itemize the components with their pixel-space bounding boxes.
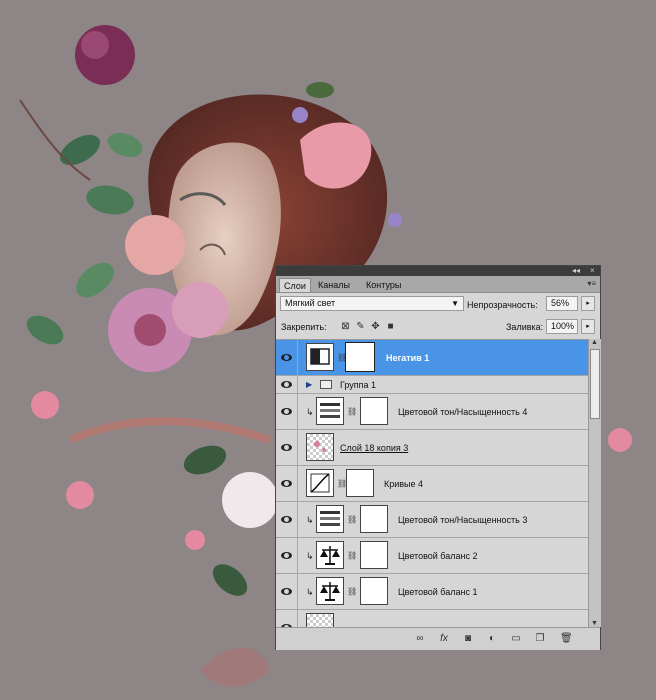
eye-icon bbox=[281, 380, 292, 388]
lock-image-brush-icon[interactable]: ✎ bbox=[355, 321, 366, 332]
opacity-input[interactable]: 56% bbox=[546, 296, 578, 311]
visibility-toggle[interactable] bbox=[276, 574, 298, 609]
fill-label: Заливка: bbox=[506, 322, 544, 332]
layer-group-row[interactable]: ▶ Группа 1 bbox=[276, 376, 588, 394]
layer-row[interactable]: ↳ ⛓ Цветовой баланс 1 bbox=[276, 574, 588, 610]
pixel-layer-thumbnail bbox=[306, 433, 334, 461]
fx-icon[interactable]: fx bbox=[438, 633, 450, 645]
panel-title-bar[interactable]: ◂◂ × bbox=[276, 266, 600, 276]
invert-icon bbox=[306, 343, 334, 371]
visibility-toggle[interactable] bbox=[276, 610, 298, 628]
blend-mode-value: Мягкий свет bbox=[285, 298, 336, 308]
lock-row: Закрепить: ⊠ ✎ ✥ ■ Заливка: 100% ▸ bbox=[276, 317, 600, 337]
visibility-toggle[interactable] bbox=[276, 394, 298, 429]
visibility-toggle[interactable] bbox=[276, 502, 298, 537]
eye-icon bbox=[281, 353, 292, 361]
new-layer-icon[interactable]: ❐ bbox=[534, 633, 546, 645]
layer-name: Цветовой тон/Насыщенность 3 bbox=[398, 515, 528, 525]
panel-menu-icon[interactable]: ▾≡ bbox=[587, 279, 596, 288]
layer-name: Группа 1 bbox=[340, 380, 377, 390]
layers-list: ⛓ Негатив 1 ▶ Группа 1 ↳ ⛓ Цветовой тон/… bbox=[276, 339, 588, 628]
blend-mode-row: Мягкий свет ▼ Непрозрачность: 56% ▸ bbox=[276, 294, 600, 314]
lock-label: Закрепить: bbox=[281, 322, 327, 332]
hue-saturation-icon bbox=[316, 505, 344, 533]
fill-slider-button[interactable]: ▸ bbox=[581, 319, 595, 334]
scroll-up-arrow-icon[interactable]: ▲ bbox=[591, 339, 598, 346]
expand-group-icon[interactable]: ▶ bbox=[306, 380, 312, 389]
adjustment-layer-icon[interactable]: ◐ bbox=[486, 633, 498, 645]
tab-layers[interactable]: Слои bbox=[279, 278, 311, 292]
eye-icon bbox=[281, 407, 292, 415]
layer-name: Цветовой баланс 1 bbox=[398, 587, 478, 597]
hue-saturation-icon bbox=[316, 397, 344, 425]
layer-name: Негатив 1 bbox=[386, 353, 430, 363]
layer-row[interactable]: ↳ ⛓ Цветовой тон/Насыщенность 4 bbox=[276, 394, 588, 430]
eye-icon bbox=[281, 479, 292, 487]
layer-row[interactable]: ↳ ⛓ Цветовой тон/Насыщенность 3 bbox=[276, 502, 588, 538]
close-panel-icon[interactable]: × bbox=[590, 266, 595, 276]
folder-icon bbox=[320, 380, 332, 389]
scroll-thumb[interactable] bbox=[590, 349, 600, 419]
fill-input[interactable]: 100% bbox=[546, 319, 578, 334]
layer-mask-thumbnail[interactable] bbox=[360, 397, 388, 425]
visibility-toggle[interactable] bbox=[276, 466, 298, 501]
eye-icon bbox=[281, 551, 292, 559]
scroll-down-arrow-icon[interactable]: ▼ bbox=[591, 620, 598, 627]
clipping-mask-arrow-icon: ↳ bbox=[306, 407, 314, 417]
link-layers-icon[interactable]: ∞ bbox=[414, 633, 426, 645]
visibility-toggle[interactable] bbox=[276, 538, 298, 573]
layer-mask-thumbnail[interactable] bbox=[360, 505, 388, 533]
layer-mask-thumbnail[interactable] bbox=[360, 541, 388, 569]
color-balance-icon bbox=[316, 541, 344, 569]
opacity-slider-button[interactable]: ▸ bbox=[581, 296, 595, 311]
clipping-mask-arrow-icon: ↳ bbox=[306, 551, 314, 561]
curves-icon bbox=[306, 469, 334, 497]
layer-name: Слой 18 копия 3 bbox=[340, 443, 409, 453]
layer-name: Цветовой тон/Насыщенность 4 bbox=[398, 407, 528, 417]
dropdown-arrow-icon: ▼ bbox=[451, 299, 459, 308]
color-balance-icon bbox=[316, 577, 344, 605]
layer-mask-thumbnail[interactable] bbox=[360, 577, 388, 605]
layer-row[interactable] bbox=[276, 610, 588, 628]
tab-channels[interactable]: Каналы bbox=[314, 278, 354, 292]
layer-row[interactable]: Слой 18 копия 3 bbox=[276, 430, 588, 466]
lock-transparency-icon[interactable]: ⊠ bbox=[340, 321, 351, 332]
trash-icon[interactable]: 🗑 bbox=[560, 633, 573, 645]
layer-mask-thumbnail[interactable] bbox=[346, 469, 374, 497]
layer-row[interactable]: ⛓ Негатив 1 bbox=[276, 340, 588, 376]
collapse-panel-icon[interactable]: ◂◂ bbox=[572, 266, 580, 276]
panel-tabs: Слои Каналы Контуры ▾≡ bbox=[276, 276, 600, 293]
mask-link-icon[interactable]: ⛓ bbox=[347, 551, 357, 560]
layer-row[interactable]: ⛓ Кривые 4 bbox=[276, 466, 588, 502]
lock-position-move-icon[interactable]: ✥ bbox=[370, 321, 381, 332]
layer-name: Кривые 4 bbox=[384, 479, 424, 489]
layers-panel: ◂◂ × Слои Каналы Контуры ▾≡ Мягкий свет … bbox=[275, 265, 601, 650]
visibility-toggle[interactable] bbox=[276, 376, 298, 393]
add-mask-icon[interactable]: ◙ bbox=[462, 633, 474, 645]
eye-icon bbox=[281, 515, 292, 523]
layers-scrollbar[interactable]: ▲ ▼ bbox=[588, 339, 601, 627]
mask-link-icon[interactable]: ⛓ bbox=[347, 587, 357, 596]
pixel-layer-thumbnail bbox=[306, 613, 334, 628]
layer-name: Цветовой баланс 2 bbox=[398, 551, 478, 561]
visibility-toggle[interactable] bbox=[276, 340, 298, 375]
eye-icon bbox=[281, 443, 292, 451]
mask-link-icon[interactable]: ⛓ bbox=[347, 515, 357, 524]
clipping-mask-arrow-icon: ↳ bbox=[306, 587, 314, 597]
layer-row[interactable]: ↳ ⛓ Цветовой баланс 2 bbox=[276, 538, 588, 574]
new-group-folder-icon[interactable]: ▭ bbox=[510, 633, 522, 645]
tab-paths[interactable]: Контуры bbox=[362, 278, 405, 292]
blend-mode-select[interactable]: Мягкий свет ▼ bbox=[280, 296, 464, 311]
visibility-toggle[interactable] bbox=[276, 430, 298, 465]
layers-bottom-toolbar: ∞ fx ◙ ◐ ▭ ❐ 🗑 bbox=[276, 627, 600, 650]
clipping-mask-arrow-icon: ↳ bbox=[306, 515, 314, 525]
mask-link-icon[interactable]: ⛓ bbox=[347, 407, 357, 416]
opacity-label: Непрозрачность: bbox=[467, 300, 538, 310]
layer-mask-thumbnail[interactable] bbox=[345, 342, 375, 372]
eye-icon bbox=[281, 587, 292, 595]
lock-all-padlock-icon[interactable]: ■ bbox=[385, 321, 396, 332]
